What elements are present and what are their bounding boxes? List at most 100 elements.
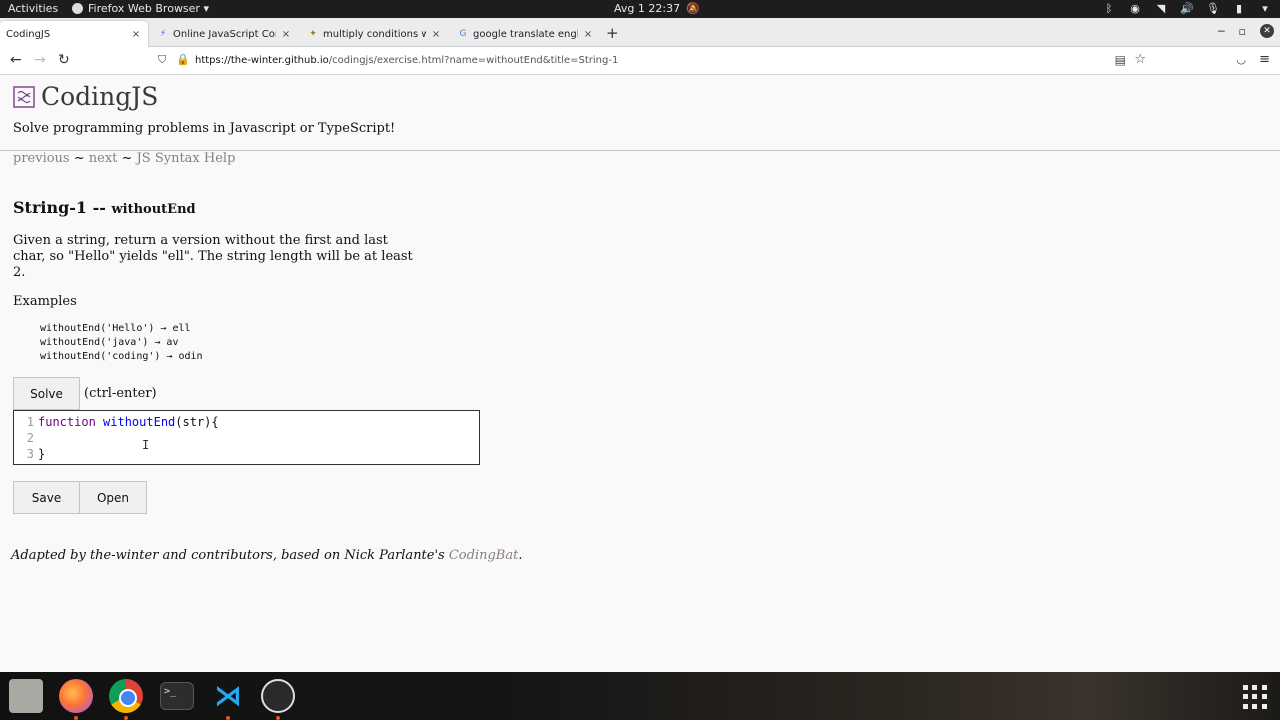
separator: ~ [69, 151, 89, 166]
line-number: 1 [26, 415, 34, 429]
url-host: https://the-winter.github.io [195, 55, 329, 66]
show-applications-icon[interactable] [1243, 685, 1267, 709]
restore-icon[interactable]: ▫ [1239, 25, 1246, 38]
minimize-icon[interactable]: ─ [1218, 25, 1225, 38]
credits-footer: Adapted by the-winter and contributors, … [11, 548, 522, 563]
running-indicator [226, 716, 230, 720]
tab-title: Online JavaScript Compil [173, 28, 276, 40]
js-syntax-help-link[interactable]: JS Syntax Help [137, 151, 236, 166]
line-number: 3 [26, 447, 34, 461]
tab-title: CodingJS [6, 28, 51, 40]
text-cursor-icon: I [142, 438, 150, 452]
next-link[interactable]: next [89, 151, 118, 166]
tab-google-translate[interactable]: G google translate english × [452, 21, 600, 47]
tagline: Solve programming problems in Javascript… [13, 121, 396, 136]
tab-online-js-compiler[interactable]: ⚡ Online JavaScript Compil × [152, 21, 298, 47]
app-menu-label: Firefox Web Browser ▾ [88, 2, 209, 15]
reader-view-icon[interactable]: ▤ [1115, 53, 1126, 67]
power-menu-icon[interactable]: ▾ [1258, 2, 1272, 15]
dock: >_ ⋊ [0, 672, 1280, 720]
close-tab-icon[interactable]: × [430, 29, 442, 40]
save-button[interactable]: Save [13, 481, 80, 514]
examples-heading: Examples [13, 294, 77, 309]
running-indicator [74, 716, 78, 720]
files-app-icon[interactable] [9, 679, 43, 713]
tab-codingjs[interactable]: CodingJS × [0, 21, 148, 47]
problem-category: String-1 -- [13, 198, 112, 217]
problem-description: Given a string, return a version without… [13, 233, 413, 280]
window-controls: ─ ▫ ✕ [1218, 24, 1274, 38]
problem-title: String-1 -- withoutEnd [13, 198, 196, 217]
battery-icon[interactable]: ▮ [1232, 2, 1246, 15]
code-line[interactable]: 2 [14, 430, 38, 446]
forward-button[interactable]: → [34, 52, 46, 68]
pocket-icon[interactable]: ◡ [1236, 53, 1246, 66]
code-signature: (str){ [175, 415, 219, 429]
vscode-app-icon[interactable]: ⋊ [211, 679, 245, 713]
credits-end: . [518, 548, 523, 563]
url-bar[interactable]: ⛉ 🔒 https://the-winter.github.io/codingj… [152, 50, 1150, 72]
problem-navigation: previous ~ next ~ JS Syntax Help [13, 151, 235, 166]
web-page: CodingJS Solve programming problems in J… [0, 76, 1280, 672]
codingjs-logo-icon [13, 85, 35, 108]
firefox-app-icon[interactable] [59, 679, 93, 713]
activities-button[interactable]: Activities [8, 2, 58, 15]
previous-link[interactable]: previous [13, 151, 70, 166]
lock-icon[interactable]: 🔒 [176, 53, 190, 66]
credits-text: Adapted by the-winter and contributors, … [11, 548, 449, 563]
clock-text: Avg 1 22:37 [614, 2, 681, 15]
tracking-shield-icon[interactable]: ⛉ [158, 53, 166, 67]
site-title: CodingJS [41, 82, 159, 111]
navigation-toolbar: ← → ↻ ⛉ 🔒 https://the-winter.github.io/c… [0, 47, 1280, 75]
solve-shortcut-hint: (ctrl-enter) [84, 386, 157, 401]
example-line: withoutEnd('coding') → odin [40, 351, 203, 362]
close-tab-icon[interactable]: × [130, 29, 142, 40]
code-line[interactable]: 3} [14, 446, 45, 462]
example-line: withoutEnd('Hello') → ell [40, 323, 191, 334]
firefox-mini-icon [72, 3, 83, 14]
bookmark-star-icon[interactable]: ☆ [1134, 52, 1146, 67]
terminal-app-icon[interactable]: >_ [160, 682, 194, 710]
microphone-icon[interactable]: 🎙 [1206, 2, 1220, 15]
running-indicator [276, 716, 280, 720]
open-button[interactable]: Open [79, 481, 147, 514]
notifications-off-icon: 🔕 [686, 2, 700, 15]
code-line[interactable]: 1 function withoutEnd(str){ [14, 414, 219, 430]
chrome-app-icon[interactable] [109, 679, 143, 713]
close-tab-icon[interactable]: × [582, 29, 594, 40]
codingbat-link[interactable]: CodingBat [449, 548, 518, 563]
close-window-icon[interactable]: ✕ [1260, 24, 1274, 38]
site-header: CodingJS [13, 82, 158, 111]
reload-button[interactable]: ↻ [58, 52, 70, 68]
tab-title: google translate english [473, 28, 578, 40]
tab-strip: CodingJS × ⚡ Online JavaScript Compil × … [0, 18, 1280, 47]
volume-icon[interactable]: 🔊 [1180, 2, 1194, 15]
app-menu-button[interactable]: Firefox Web Browser ▾ [72, 2, 209, 15]
tab-multiply-conditions[interactable]: ✦ multiply conditions with × [302, 21, 448, 47]
close-tab-icon[interactable]: × [280, 29, 292, 40]
url-path: /codingjs/exercise.html?name=withoutEnd&… [328, 55, 619, 66]
url-text[interactable]: https://the-winter.github.io/codingjs/ex… [195, 55, 618, 66]
wifi-icon[interactable]: ◥ [1154, 2, 1168, 15]
menu-icon[interactable]: ≡ [1259, 52, 1270, 67]
obs-app-icon[interactable] [261, 679, 295, 713]
back-button[interactable]: ← [10, 52, 22, 68]
bluetooth-icon[interactable]: ᛒ [1102, 2, 1116, 15]
problem-name: withoutEnd [111, 202, 196, 217]
solve-button[interactable]: Solve [13, 377, 80, 410]
tab-title: multiply conditions with [323, 28, 426, 40]
line-number: 2 [26, 431, 34, 445]
system-top-bar: Activities Firefox Web Browser ▾ Avg 1 2… [0, 0, 1280, 18]
separator: ~ [117, 151, 137, 166]
clock[interactable]: Avg 1 22:37 🔕 [614, 2, 700, 15]
code-function-name: withoutEnd [103, 415, 176, 429]
new-tab-button[interactable]: + [606, 25, 619, 41]
code-text: } [38, 447, 46, 461]
google-favicon-icon: G [459, 29, 467, 39]
compiler-favicon-icon: ⚡ [159, 29, 167, 39]
system-tray[interactable]: ᛒ ◉ ◥ 🔊 🎙 ▮ ▾ [1102, 2, 1272, 15]
code-keyword: function [38, 415, 96, 429]
example-line: withoutEnd('java') → av [40, 337, 179, 348]
code-editor[interactable]: 1 function withoutEnd(str){ 2 3} I [13, 410, 480, 465]
chrome-tray-icon[interactable]: ◉ [1128, 2, 1142, 15]
